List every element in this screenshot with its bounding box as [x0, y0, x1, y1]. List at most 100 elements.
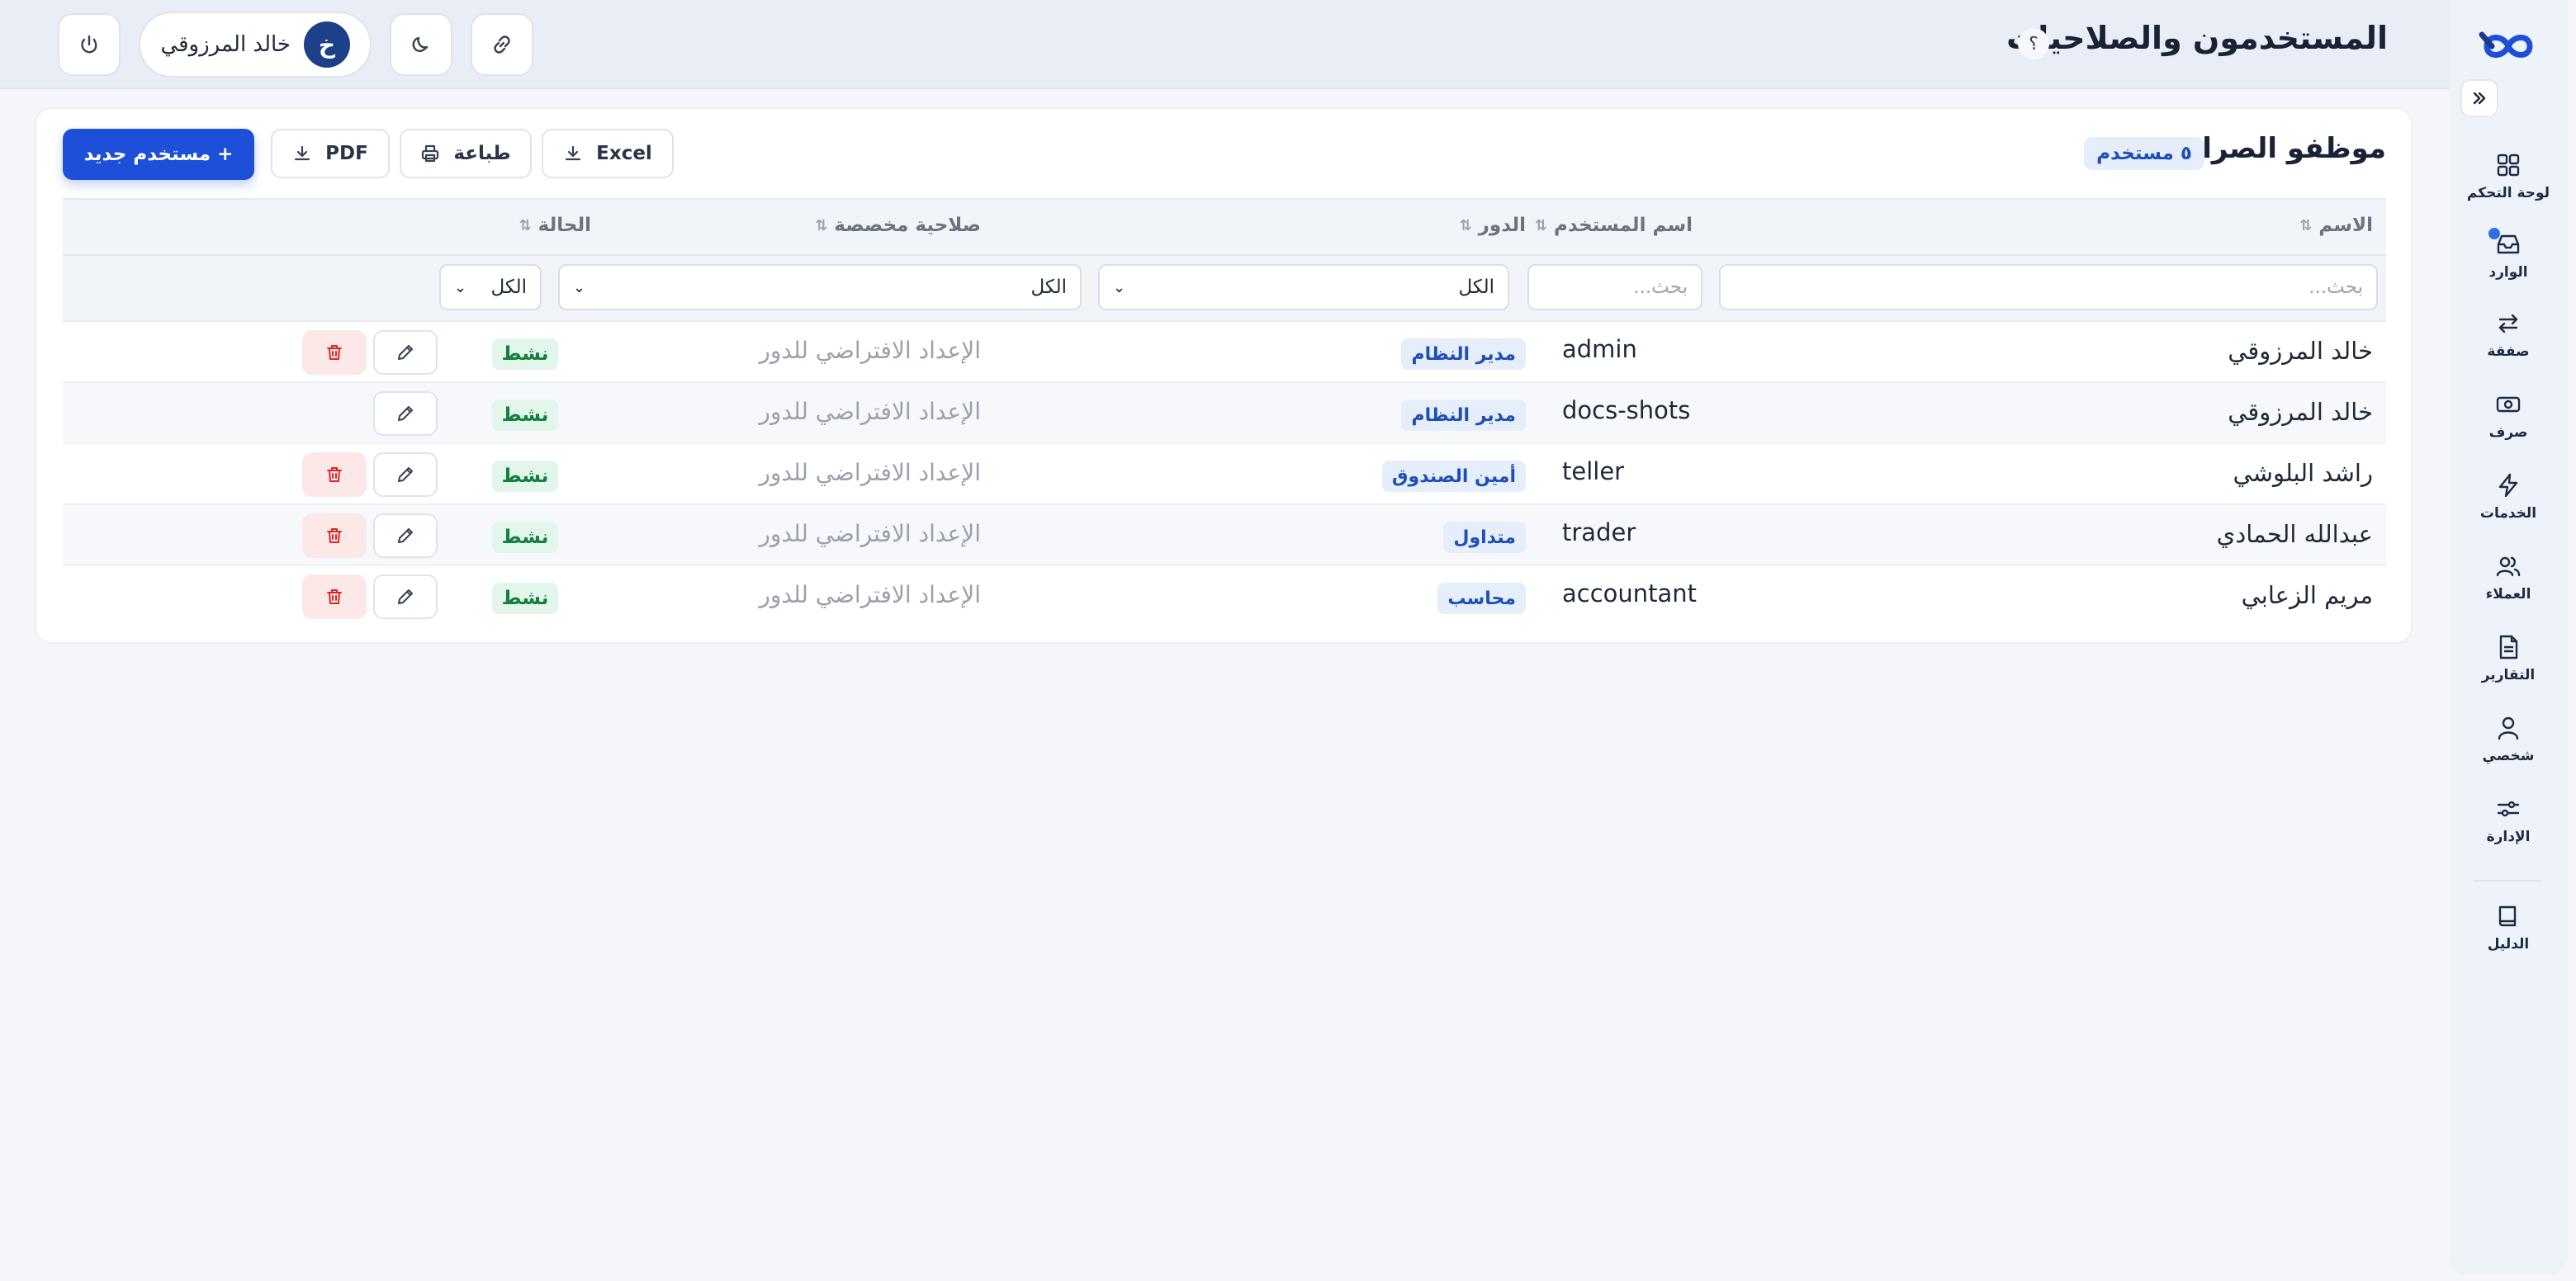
help-button[interactable]: ؟ [2018, 28, 2049, 59]
cell-name: راشد البلوشي [2233, 459, 2374, 487]
chevron-down-icon: ⌄ [573, 278, 586, 296]
cell-name: عبدالله الحمادي [2216, 520, 2373, 548]
name-search-input[interactable] [1719, 264, 2378, 310]
chevrons-right-icon [2473, 92, 2486, 105]
export-pdf-button[interactable]: PDF [271, 129, 390, 178]
sidebar-item-label: شخصي [2482, 748, 2535, 764]
column-header-permission[interactable]: صلاحية مخصصة ⇅ [815, 215, 981, 236]
chevron-down-icon: ⌄ [454, 278, 467, 296]
copy-link-button[interactable] [471, 13, 533, 76]
cell-username: trader [1562, 518, 1636, 546]
users-card: موظفو الصرافة ٥ مستخدم Excel طباعة PDF +… [35, 107, 2413, 644]
moon-icon [412, 36, 429, 52]
column-header-label: الاسم [2318, 215, 2373, 236]
cell-permission: الإعداد الافتراضي للدور [759, 520, 981, 547]
sidebar-item-customers[interactable]: العملاء [2449, 553, 2568, 622]
trash-icon [327, 345, 342, 360]
status-filter-select[interactable]: الكل ⌄ [439, 264, 542, 310]
role-badge: أمين الصندوق [1381, 461, 1526, 492]
username-search-input[interactable] [1527, 264, 1702, 310]
cash-icon [2495, 391, 2522, 418]
cell-permission: الإعداد الافتراضي للدور [759, 337, 981, 364]
logout-button[interactable] [58, 13, 121, 76]
pencil-icon [398, 528, 413, 543]
inbox-icon [2488, 228, 2522, 258]
sidebar-item-services[interactable]: الخدمات [2449, 472, 2568, 541]
delete-user-button[interactable] [302, 574, 367, 619]
chevron-down-icon: ⌄ [1113, 278, 1126, 296]
user-count-badge: ٥ مستخدم [2084, 137, 2204, 170]
sidebar-item-deal[interactable]: صفقة [2449, 310, 2568, 380]
sliders-icon [2495, 796, 2522, 822]
pencil-icon [398, 345, 413, 360]
edit-user-button[interactable] [373, 574, 438, 619]
sidebar: لوحة التحكم الوارد صفقة صرف الخدمات العم… [2449, 0, 2568, 1274]
edit-user-button[interactable] [373, 391, 438, 436]
sidebar-item-label: الوارد [2488, 264, 2528, 281]
print-button[interactable]: طباعة [400, 129, 532, 178]
sort-icon: ⇅ [1534, 216, 1547, 234]
link-icon [494, 35, 510, 54]
column-header-username[interactable]: اسم المستخدم ⇅ [1535, 215, 1693, 236]
cell-name: خالد المرزوقي [2228, 337, 2373, 365]
page-title: المستخدمون والصلاحيات [2006, 20, 2388, 56]
cell-username: teller [1562, 457, 1625, 485]
sidebar-item-inbox[interactable]: الوارد [2449, 228, 2568, 300]
sidebar-item-label: التقارير [2481, 667, 2536, 683]
column-header-label: صلاحية مخصصة [834, 215, 981, 236]
role-badge: محاسب [1437, 583, 1526, 614]
table-row: خالد المرزوقي docs-shots مدير النظام الإ… [63, 383, 2386, 444]
cell-name: مريم الزعابي [2241, 581, 2373, 609]
status-badge: نشط [492, 461, 558, 492]
delete-user-button[interactable] [302, 513, 367, 558]
sidebar-item-dashboard[interactable]: لوحة التحكم [2449, 152, 2568, 221]
edit-user-button[interactable] [373, 330, 438, 375]
sidebar-item-reports[interactable]: التقارير [2449, 634, 2568, 703]
sidebar-item-label: الدليل [2487, 936, 2530, 952]
status-badge: نشط [492, 399, 558, 431]
delete-user-button[interactable] [302, 452, 367, 497]
delete-user-button[interactable] [302, 330, 367, 375]
column-header-status[interactable]: الحالة ⇅ [519, 215, 591, 236]
cell-name: خالد المرزوقي [2228, 398, 2373, 426]
edit-user-button[interactable] [373, 452, 438, 497]
collapse-sidebar-button[interactable] [2460, 79, 2498, 117]
edit-user-button[interactable] [373, 513, 438, 558]
role-badge: متداول [1443, 522, 1526, 553]
avatar: خ [304, 21, 350, 68]
sidebar-item-personal[interactable]: شخصي [2449, 715, 2568, 784]
person-icon [2495, 715, 2522, 741]
sidebar-item-label: الخدمات [2479, 505, 2537, 522]
role-filter-select[interactable]: الكل ⌄ [1098, 264, 1509, 310]
export-excel-label: Excel [596, 143, 652, 164]
filter-row: الكل ⌄ الكل ⌄ الكل ⌄ [63, 256, 2386, 322]
user-menu[interactable]: خالد المرزوقي خ [139, 12, 372, 78]
sidebar-item-admin[interactable]: الإدارة [2449, 796, 2568, 865]
top-header: المستخدمون والصلاحيات ؟ خالد المرزوقي خ [0, 0, 2449, 89]
book-icon [2495, 903, 2522, 929]
download-icon [566, 145, 581, 161]
sidebar-item-label: العملاء [2485, 586, 2531, 603]
sidebar-item-guide[interactable]: الدليل [2449, 903, 2568, 972]
add-user-button[interactable]: + مستخدم جديد [63, 129, 254, 180]
column-header-name[interactable]: الاسم ⇅ [2299, 215, 2373, 236]
cell-permission: الإعداد الافتراضي للدور [759, 459, 981, 486]
trash-icon [327, 467, 342, 482]
status-badge: نشط [492, 583, 558, 614]
sidebar-item-exchange[interactable]: صرف [2449, 391, 2568, 461]
bolt-icon [2495, 472, 2522, 499]
role-badge: مدير النظام [1401, 399, 1526, 431]
status-badge: نشط [492, 338, 558, 370]
permission-filter-select[interactable]: الكل ⌄ [558, 264, 1082, 310]
print-label: طباعة [453, 143, 511, 164]
cell-permission: الإعداد الافتراضي للدور [759, 398, 981, 425]
cell-username: docs-shots [1562, 396, 1691, 424]
column-header-role[interactable]: الدور ⇅ [1460, 215, 1526, 236]
table-row: خالد المرزوقي admin مدير النظام الإعداد … [63, 322, 2386, 383]
export-excel-button[interactable]: Excel [542, 129, 674, 178]
sidebar-divider [2474, 880, 2543, 882]
cell-permission: الإعداد الافتراضي للدور [759, 581, 981, 608]
sort-icon: ⇅ [519, 216, 532, 234]
theme-toggle-button[interactable] [390, 13, 452, 76]
sidebar-item-label: صفقة [2487, 343, 2530, 360]
